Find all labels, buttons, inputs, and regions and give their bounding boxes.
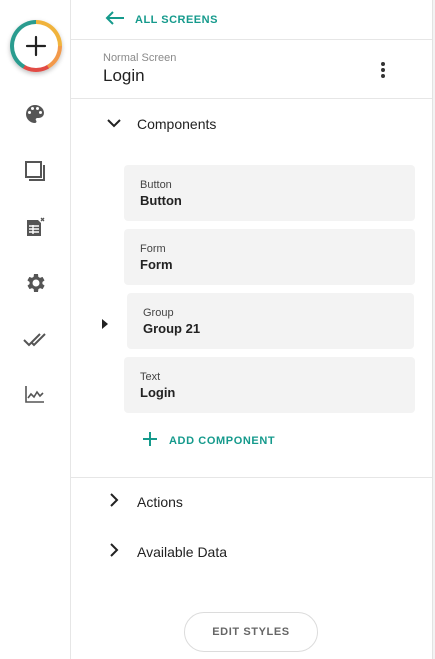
more-vert-icon — [381, 62, 385, 78]
component-type: Button — [140, 179, 172, 191]
actions-label: Actions — [137, 494, 183, 510]
settings-gear-icon[interactable] — [22, 270, 48, 296]
chevron-down-icon — [107, 115, 121, 133]
component-name: Form — [140, 257, 173, 272]
component-card-text[interactable]: Text Login — [124, 357, 415, 413]
component-card-form[interactable]: Form Form — [124, 229, 415, 285]
chevron-right-icon — [107, 542, 121, 562]
analytics-chart-icon[interactable] — [22, 381, 48, 407]
header-divider — [71, 39, 432, 40]
available-data-label: Available Data — [137, 544, 228, 560]
title-divider — [71, 98, 432, 99]
plus-icon — [14, 24, 58, 68]
left-rail — [0, 0, 71, 659]
palette-icon[interactable] — [22, 101, 48, 127]
available-data-section-toggle[interactable]: Available Data — [107, 540, 227, 564]
more-options-button[interactable] — [371, 58, 395, 82]
plus-icon — [143, 431, 157, 451]
arrow-left-icon — [105, 10, 125, 30]
component-name: Group 21 — [143, 321, 201, 336]
component-type: Form — [140, 243, 166, 255]
all-screens-label: ALL SCREENS — [135, 14, 218, 26]
components-section-toggle[interactable]: Components — [107, 112, 216, 136]
edit-styles-label: EDIT STYLES — [212, 626, 290, 638]
data-table-icon[interactable] — [22, 214, 48, 240]
component-type: Group — [143, 307, 174, 319]
screen-panel: ALL SCREENS Normal Screen Login Componen… — [71, 0, 432, 659]
component-type: Text — [140, 371, 161, 383]
screens-icon[interactable] — [22, 158, 48, 184]
screen-type-label: Normal Screen — [103, 52, 177, 64]
components-label: Components — [137, 116, 217, 132]
component-card-button[interactable]: Button Button — [124, 165, 415, 221]
component-name: Button — [140, 193, 182, 208]
edit-styles-button[interactable]: EDIT STYLES — [184, 612, 318, 652]
screen-name: Login — [103, 66, 145, 85]
chevron-right-icon — [107, 492, 121, 512]
caret-right-icon[interactable] — [101, 316, 111, 329]
add-fab-button[interactable] — [10, 20, 62, 72]
actions-section-toggle[interactable]: Actions — [107, 490, 183, 514]
add-component-label: ADD COMPONENT — [169, 435, 276, 447]
all-screens-link[interactable]: ALL SCREENS — [105, 10, 218, 30]
double-check-icon[interactable] — [22, 326, 48, 352]
add-component-button[interactable]: ADD COMPONENT — [143, 430, 275, 452]
component-name: Login — [140, 385, 176, 400]
components-divider — [71, 477, 432, 478]
component-card-group[interactable]: Group Group 21 — [127, 293, 414, 349]
